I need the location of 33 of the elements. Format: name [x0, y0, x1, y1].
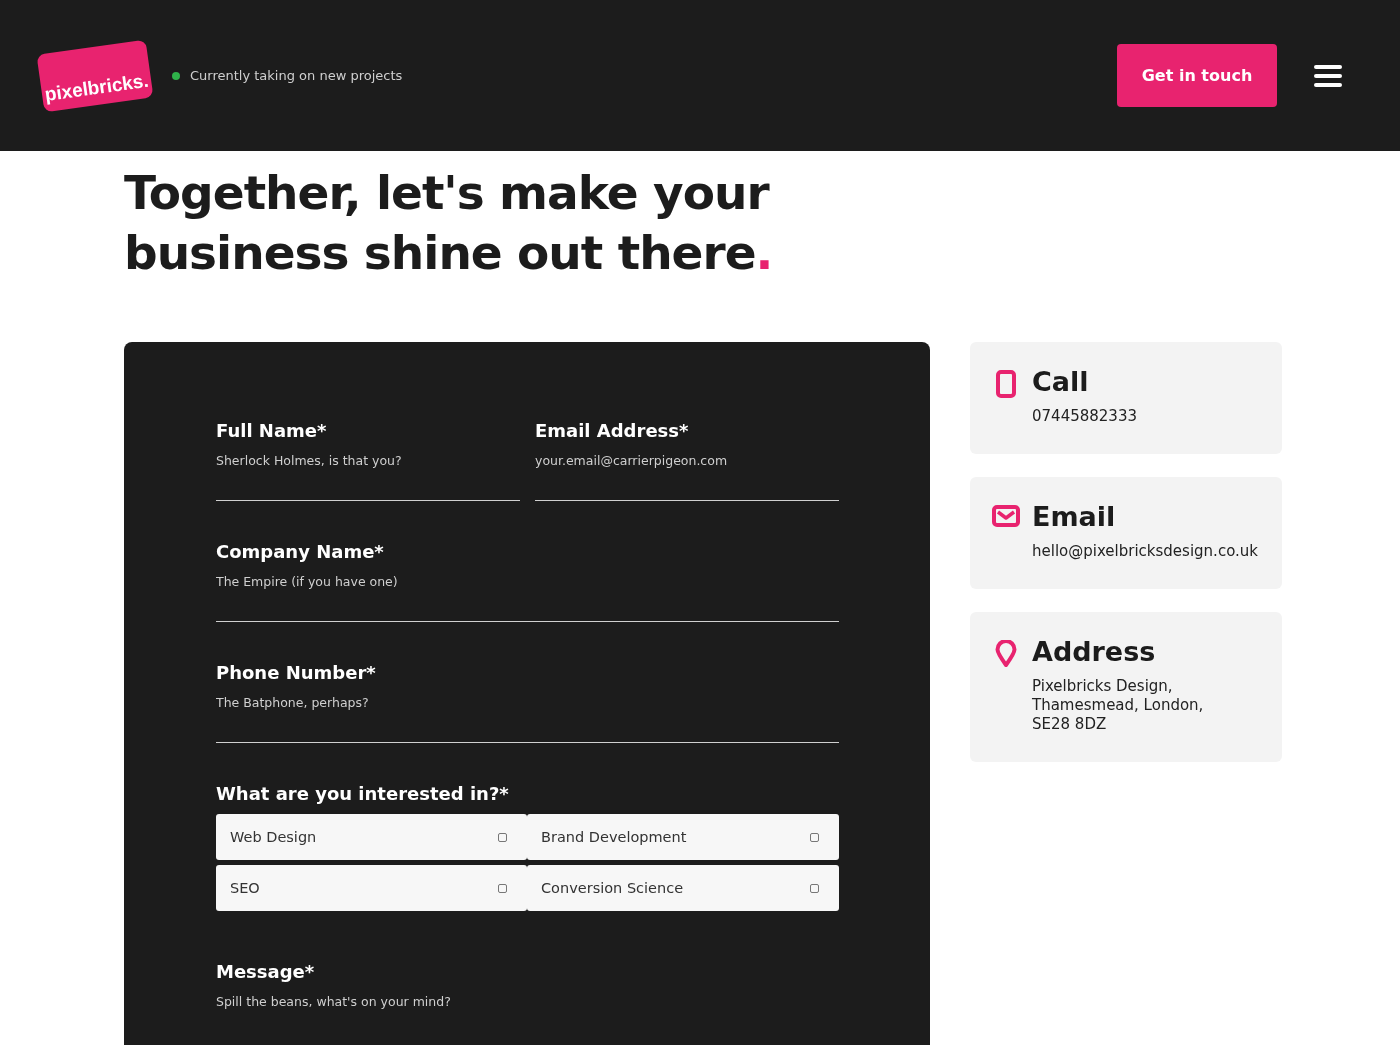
- location-pin-icon: [995, 640, 1017, 668]
- interest-option[interactable]: SEO: [216, 865, 527, 911]
- interest-option[interactable]: Brand Development: [527, 814, 839, 860]
- input-field[interactable]: The Batphone, perhaps?: [216, 683, 839, 743]
- page-heading: Together, let's make your business shine out there.: [124, 164, 774, 282]
- contact-detail: hello@pixelbricksdesign.co.uk: [1032, 542, 1258, 561]
- checkbox[interactable]: [810, 832, 819, 842]
- checkbox[interactable]: [498, 832, 507, 842]
- contact-title: Address: [1032, 636, 1157, 667]
- checkbox[interactable]: [498, 883, 507, 893]
- field-label: Company Name*: [216, 541, 385, 562]
- field-label: Message*: [216, 961, 316, 982]
- status-text: Currently taking on new projects: [190, 68, 403, 83]
- contact-title: Call: [1032, 366, 1090, 397]
- interest-option[interactable]: Conversion Science: [527, 865, 839, 911]
- field-label: Phone Number*: [216, 662, 377, 683]
- contact-detail: 07445882333: [1032, 407, 1137, 426]
- phone-icon: [996, 370, 1016, 398]
- menu-icon[interactable]: [1314, 64, 1342, 87]
- input-field[interactable]: Sherlock Holmes, is that you?: [216, 441, 520, 501]
- get-in-touch-button[interactable]: Get in touch: [1117, 44, 1277, 107]
- input-field[interactable]: The Empire (if you have one): [216, 562, 839, 622]
- field-label: Full Name*: [216, 420, 328, 441]
- contact-title: Email: [1032, 501, 1117, 532]
- envelope-icon: [992, 505, 1020, 527]
- contact-detail: Pixelbricks Design, Thamesmead, London, SE28 8DZ: [1032, 677, 1204, 734]
- input-field[interactable]: your.email@carrierpigeon.com: [535, 441, 839, 501]
- interest-option[interactable]: Web Design: [216, 814, 527, 860]
- message-field[interactable]: Spill the beans, what's on your mind?: [216, 982, 839, 1045]
- checkbox[interactable]: [810, 883, 819, 893]
- logo[interactable]: pixelbricks.: [36, 39, 154, 112]
- field-label: Email Address*: [535, 420, 690, 441]
- field-label: What are you interested in?*: [216, 783, 510, 804]
